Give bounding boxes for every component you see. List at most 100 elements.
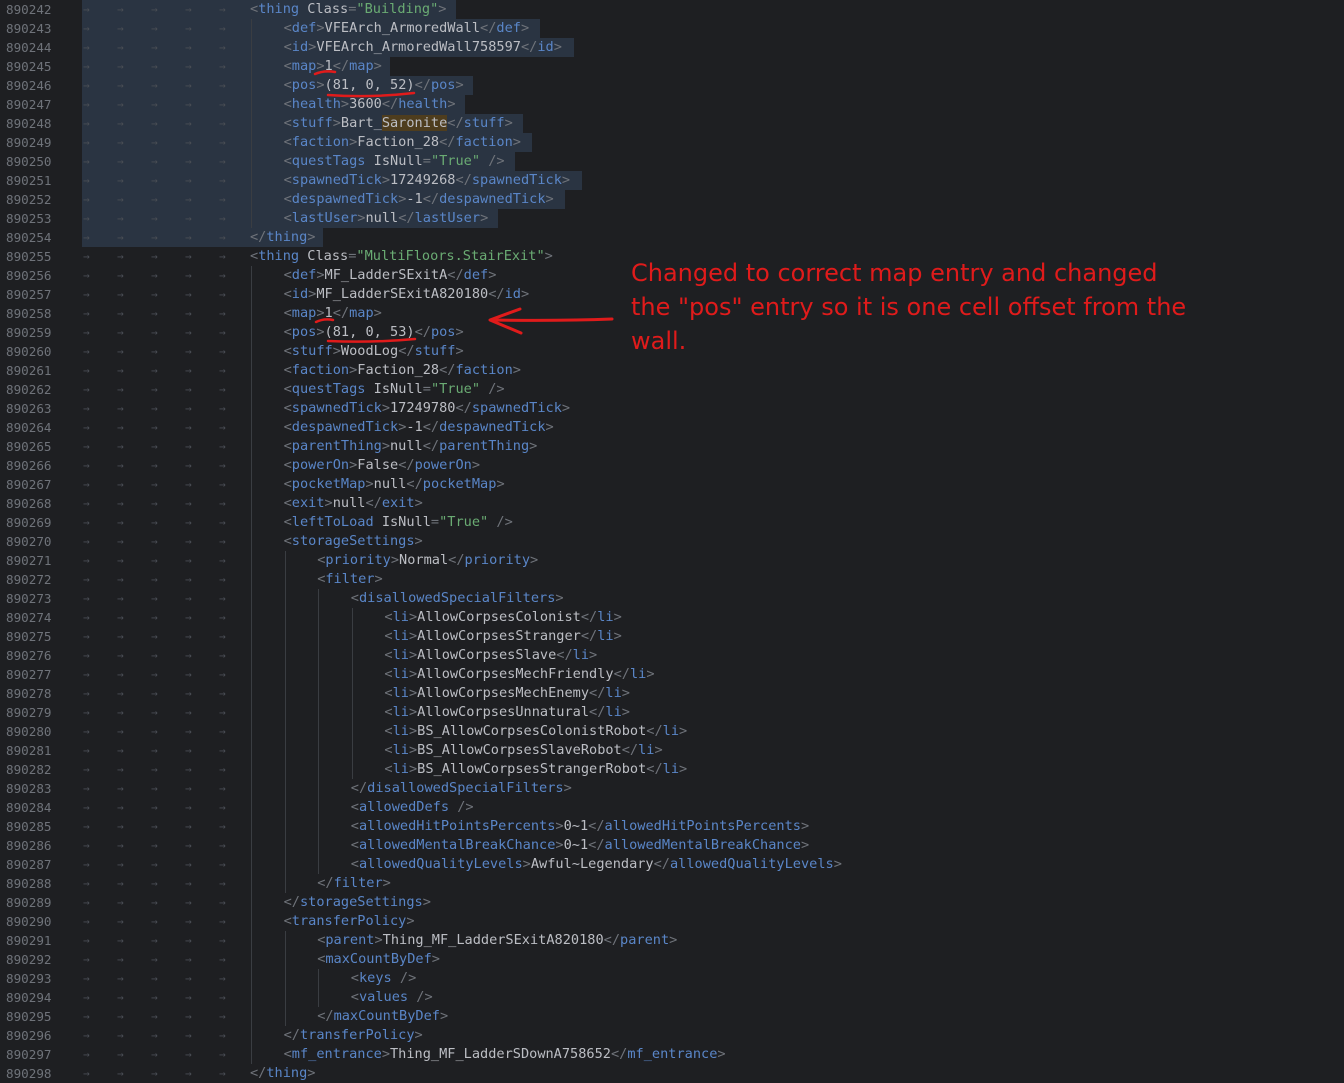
code-line[interactable]: 890249 → → → → → <faction>Faction_28</faction>: [0, 133, 1344, 152]
code-text[interactable]: <pos>(81, 0, 53)</pos>: [284, 323, 464, 342]
code-line[interactable]: 890244 → → → → → <id>VFEArch_ArmoredWall758597…: [0, 38, 1344, 57]
code-line[interactable]: 890252 → → → → → <despawnedTick>-1</despawnedT…: [0, 190, 1344, 209]
code-text[interactable]: <pos>(81, 0, 52)</pos>: [284, 76, 464, 95]
code-line[interactable]: 890247 → → → → → <health>3600</health>: [0, 95, 1344, 114]
code-text[interactable]: <li>AllowCorpsesColonist</li>: [384, 608, 621, 627]
code-text[interactable]: <pocketMap>null</pocketMap>: [284, 475, 505, 494]
code-line[interactable]: 890279 → → → → → <li>AllowCorpsesUnnatural</li…: [0, 703, 1344, 722]
code-text[interactable]: <transferPolicy>: [284, 912, 415, 931]
code-line[interactable]: 890286 → → → → → <allowedMentalBreakChance>0~1…: [0, 836, 1344, 855]
code-line[interactable]: 890283 → → → → → </disallowedSpecialFilters>: [0, 779, 1344, 798]
code-text[interactable]: <exit>null</exit>: [284, 494, 423, 513]
code-line[interactable]: 890274 → → → → → <li>AllowCorpsesColonist</li>: [0, 608, 1344, 627]
code-text[interactable]: <storageSettings>: [284, 532, 423, 551]
code-text[interactable]: <faction>Faction_28</faction>: [284, 361, 521, 380]
code-line[interactable]: 890269 → → → → → <leftToLoad IsNull="True" />: [0, 513, 1344, 532]
code-text[interactable]: <spawnedTick>17249780</spawnedTick>: [284, 399, 570, 418]
code-text[interactable]: <questTags IsNull="True" />: [284, 380, 505, 399]
code-line[interactable]: 890243 → → → → → <def>VFEArch_ArmoredWall</def…: [0, 19, 1344, 38]
code-text[interactable]: <spawnedTick>17249268</spawnedTick>: [284, 171, 570, 190]
code-text[interactable]: </transferPolicy>: [284, 1026, 423, 1045]
code-line[interactable]: 890275 → → → → → <li>AllowCorpsesStranger</li>: [0, 627, 1344, 646]
code-text[interactable]: <id>VFEArch_ArmoredWall758597</id>: [284, 38, 562, 57]
code-text[interactable]: <li>AllowCorpsesMechFriendly</li>: [384, 665, 654, 684]
code-line[interactable]: 890271 → → → → → <priority>Normal</priority>: [0, 551, 1344, 570]
code-text[interactable]: <allowedDefs />: [351, 798, 474, 817]
code-text[interactable]: <questTags IsNull="True" />: [284, 152, 505, 171]
code-line[interactable]: 890292 → → → → → <maxCountByDef>: [0, 950, 1344, 969]
code-line[interactable]: 890251 → → → → → <spawnedTick>17249268</spawne…: [0, 171, 1344, 190]
code-line[interactable]: 890242 → → → → → <thing Class="Building">: [0, 0, 1344, 19]
code-line[interactable]: 890276 → → → → → <li>AllowCorpsesSlave</li>: [0, 646, 1344, 665]
code-text[interactable]: </thing>: [250, 1064, 315, 1083]
code-line[interactable]: 890270 → → → → → <storageSettings>: [0, 532, 1344, 551]
code-line[interactable]: 890262 → → → → → <questTags IsNull="True" />: [0, 380, 1344, 399]
code-text[interactable]: <map>1</map>: [284, 57, 382, 76]
code-line[interactable]: 890248 → → → → → <stuff>Bart_Saronite</stuff>: [0, 114, 1344, 133]
code-editor[interactable]: 890242 → → → → → <thing Class="Building"> 89024…: [0, 0, 1344, 1081]
code-text[interactable]: <li>AllowCorpsesSlave</li>: [384, 646, 597, 665]
code-text[interactable]: <map>1</map>: [284, 304, 382, 323]
code-line[interactable]: 890266 → → → → → <powerOn>False</powerOn>: [0, 456, 1344, 475]
code-line[interactable]: 890282 → → → → → <li>BS_AllowCorpsesStrangerRo…: [0, 760, 1344, 779]
code-text[interactable]: <disallowedSpecialFilters>: [351, 589, 564, 608]
code-text[interactable]: <values />: [351, 988, 433, 1007]
code-text[interactable]: <despawnedTick>-1</despawnedTick>: [284, 190, 554, 209]
code-text[interactable]: <health>3600</health>: [284, 95, 456, 114]
code-text[interactable]: </filter>: [317, 874, 391, 893]
code-text[interactable]: <leftToLoad IsNull="True" />: [284, 513, 513, 532]
code-text[interactable]: <thing Class="MultiFloors.StairExit">: [250, 247, 553, 266]
code-text[interactable]: <keys />: [351, 969, 417, 988]
code-text[interactable]: <def>VFEArch_ArmoredWall</def>: [284, 19, 530, 38]
code-line[interactable]: 890254 → → → → → </thing>: [0, 228, 1344, 247]
code-text[interactable]: <stuff>WoodLog</stuff>: [284, 342, 464, 361]
code-text[interactable]: </disallowedSpecialFilters>: [351, 779, 572, 798]
code-text[interactable]: <priority>Normal</priority>: [317, 551, 538, 570]
code-text[interactable]: <parentThing>null</parentThing>: [284, 437, 538, 456]
code-text[interactable]: </storageSettings>: [284, 893, 431, 912]
code-line[interactable]: 890297 → → → → → <mf_entrance>Thing_MF_LadderS…: [0, 1045, 1344, 1064]
code-line[interactable]: 890288 → → → → → </filter>: [0, 874, 1344, 893]
code-line[interactable]: 890296 → → → → → </transferPolicy>: [0, 1026, 1344, 1045]
code-text[interactable]: <mf_entrance>Thing_MF_LadderSDownA758652…: [284, 1045, 726, 1064]
code-line[interactable]: 890295 → → → → → </maxCountByDef>: [0, 1007, 1344, 1026]
code-line[interactable]: 890298 → → → → → </thing>: [0, 1064, 1344, 1083]
code-text[interactable]: <li>BS_AllowCorpsesStrangerRobot</li>: [384, 760, 687, 779]
code-text[interactable]: <def>MF_LadderSExitA</def>: [284, 266, 497, 285]
code-text[interactable]: <li>AllowCorpsesUnnatural</li>: [384, 703, 630, 722]
code-line[interactable]: 890287 → → → → → <allowedQualityLevels>Awful~L…: [0, 855, 1344, 874]
code-text[interactable]: <li>BS_AllowCorpsesSlaveRobot</li>: [384, 741, 662, 760]
code-line[interactable]: 890277 → → → → → <li>AllowCorpsesMechFriendly<…: [0, 665, 1344, 684]
code-text[interactable]: <parent>Thing_MF_LadderSExitA820180</par…: [317, 931, 677, 950]
code-text[interactable]: <maxCountByDef>: [317, 950, 440, 969]
code-text[interactable]: <li>BS_AllowCorpsesColonistRobot</li>: [384, 722, 687, 741]
code-line[interactable]: 890284 → → → → → <allowedDefs />: [0, 798, 1344, 817]
code-line[interactable]: 890272 → → → → → <filter>: [0, 570, 1344, 589]
code-text[interactable]: <despawnedTick>-1</despawnedTick>: [284, 418, 554, 437]
code-line[interactable]: 890253 → → → → → <lastUser>null</lastUser>: [0, 209, 1344, 228]
code-text[interactable]: </maxCountByDef>: [317, 1007, 448, 1026]
code-text[interactable]: <li>AllowCorpsesStranger</li>: [384, 627, 621, 646]
code-line[interactable]: 890278 → → → → → <li>AllowCorpsesMechEnemy</li…: [0, 684, 1344, 703]
code-line[interactable]: 890245 → → → → → <map>1</map>: [0, 57, 1344, 76]
code-text[interactable]: <allowedHitPointsPercents>0~1</allowedHi…: [351, 817, 809, 836]
code-line[interactable]: 890264 → → → → → <despawnedTick>-1</despawnedT…: [0, 418, 1344, 437]
code-line[interactable]: 890285 → → → → → <allowedHitPointsPercents>0~1…: [0, 817, 1344, 836]
code-line[interactable]: 890250 → → → → → <questTags IsNull="True" />: [0, 152, 1344, 171]
code-text[interactable]: <faction>Faction_28</faction>: [284, 133, 521, 152]
code-line[interactable]: 890246 → → → → → <pos>(81, 0, 52)</pos>: [0, 76, 1344, 95]
code-text[interactable]: <allowedMentalBreakChance>0~1</allowedMe…: [351, 836, 809, 855]
code-text[interactable]: <id>MF_LadderSExitA820180</id>: [284, 285, 530, 304]
code-text[interactable]: <powerOn>False</powerOn>: [284, 456, 480, 475]
code-text[interactable]: <thing Class="Building">: [250, 0, 446, 19]
code-text[interactable]: </thing>: [250, 228, 315, 247]
code-line[interactable]: 890289 → → → → → </storageSettings>: [0, 893, 1344, 912]
code-text[interactable]: <allowedQualityLevels>Awful~Legendary</a…: [351, 855, 842, 874]
code-line[interactable]: 890267 → → → → → <pocketMap>null</pocketMap>: [0, 475, 1344, 494]
code-line[interactable]: 890281 → → → → → <li>BS_AllowCorpsesSlaveRobot…: [0, 741, 1344, 760]
code-line[interactable]: 890291 → → → → → <parent>Thing_MF_LadderSExitA…: [0, 931, 1344, 950]
code-line[interactable]: 890273 → → → → → <disallowedSpecialFilters>: [0, 589, 1344, 608]
code-line[interactable]: 890290 → → → → → <transferPolicy>: [0, 912, 1344, 931]
code-line[interactable]: 890293 → → → → → <keys />: [0, 969, 1344, 988]
code-line[interactable]: 890265 → → → → → <parentThing>null</parentThin…: [0, 437, 1344, 456]
